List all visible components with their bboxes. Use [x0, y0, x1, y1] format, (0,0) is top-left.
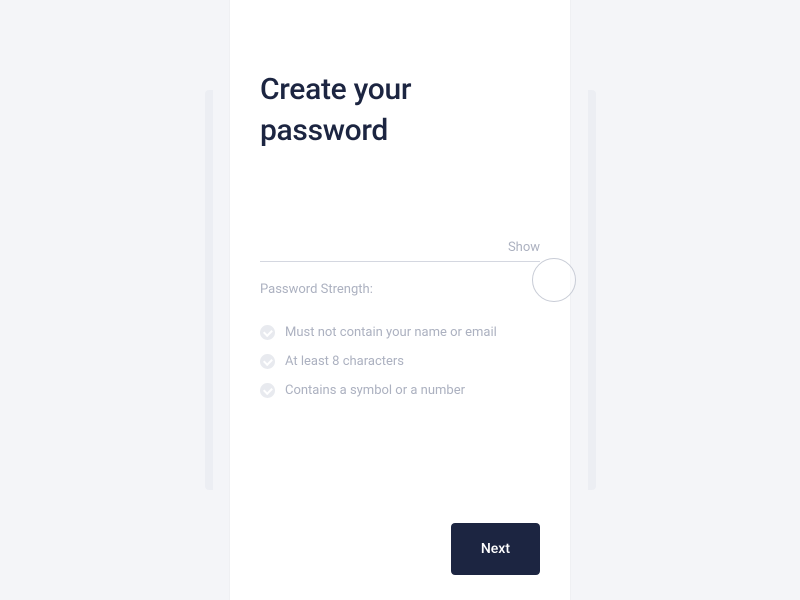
check-icon: [260, 383, 275, 398]
content-area: Create your password Show Password Stren…: [230, 0, 570, 398]
requirement-text: Contains a symbol or a number: [285, 383, 465, 398]
page-title: Create your password: [260, 70, 540, 151]
phone-frame: Create your password Show Password Stren…: [230, 0, 570, 600]
requirement-text: At least 8 characters: [285, 354, 404, 369]
phone-edge-right: [588, 90, 596, 490]
password-input[interactable]: [260, 238, 540, 254]
password-strength-label: Password Strength:: [260, 282, 540, 297]
requirement-item: At least 8 characters: [260, 354, 540, 369]
requirements-list: Must not contain your name or email At l…: [260, 325, 540, 398]
show-password-toggle[interactable]: Show: [508, 240, 540, 255]
check-icon: [260, 354, 275, 369]
check-icon: [260, 325, 275, 340]
requirement-item: Contains a symbol or a number: [260, 383, 540, 398]
password-field-wrapper: Show: [260, 236, 540, 262]
phone-edge-left: [205, 90, 213, 490]
requirement-text: Must not contain your name or email: [285, 325, 497, 340]
next-button[interactable]: Next: [451, 523, 540, 575]
requirement-item: Must not contain your name or email: [260, 325, 540, 340]
